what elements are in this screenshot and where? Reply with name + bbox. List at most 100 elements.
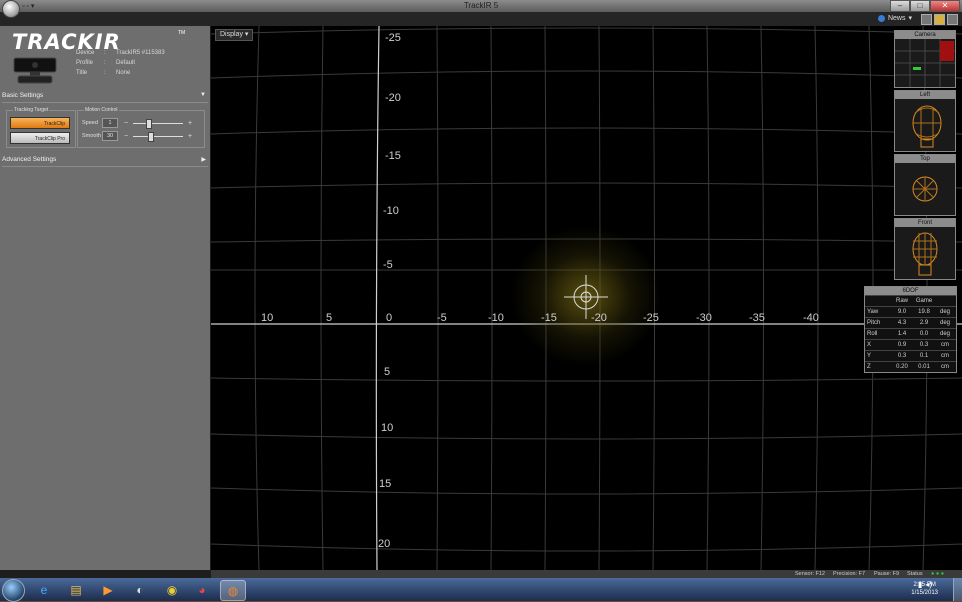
start-orb-icon[interactable]: [2, 579, 25, 602]
raw-header: Raw: [895, 298, 908, 304]
title-value: None: [116, 70, 131, 76]
camera-preview: [895, 39, 955, 87]
six-dof-header-row: Raw Game: [865, 295, 956, 306]
chevron-down-icon: ▾: [908, 15, 912, 22]
smooth-minus-button[interactable]: −: [122, 133, 130, 140]
y-tick: -10: [383, 205, 399, 217]
display-dropdown[interactable]: Display ▾: [215, 29, 254, 41]
layout-icon-3[interactable]: [947, 14, 958, 25]
clock-time: 2:35 PM: [913, 582, 936, 588]
front-panel[interactable]: Front: [894, 218, 956, 280]
basic-settings-header[interactable]: Basic Settings ▼: [2, 92, 208, 103]
x-tick: 10: [261, 312, 274, 324]
chrome-icon[interactable]: ◕: [190, 580, 214, 599]
title-label: Title: [76, 70, 88, 76]
trackclip-button[interactable]: TrackClip: [10, 117, 70, 129]
window-controls: – □ ✕: [890, 0, 960, 12]
y-tick: 20: [378, 538, 391, 550]
left-panel[interactable]: Left: [894, 90, 956, 152]
clock[interactable]: 2:35 PM 1/15/2013: [911, 581, 938, 597]
six-dof-row: Pitch 4.3 2.9 deg: [865, 317, 956, 328]
y-tick: -25: [385, 32, 401, 44]
top-panel[interactable]: Top: [894, 154, 956, 216]
media-icon[interactable]: ▶: [96, 580, 120, 599]
six-dof-title: 6DOF: [865, 287, 956, 295]
speed-label: Speed: [82, 120, 98, 126]
basic-settings-label: Basic Settings: [2, 92, 44, 99]
six-dof-row: X 0.9 0.3 cm: [865, 339, 956, 350]
y-tick: -5: [383, 259, 393, 271]
status-label: Status: [907, 571, 923, 577]
clock-date: 1/15/2013: [911, 590, 938, 596]
tracking-viewport[interactable]: Display ▾ -25 -20 -15 -10 -5 10 5 0 -5 -…: [211, 26, 962, 570]
head-left-icon: [912, 105, 942, 148]
close-icon[interactable]: ✕: [930, 0, 960, 12]
smooth-plus-button[interactable]: +: [186, 133, 194, 140]
smooth-slider[interactable]: [133, 131, 183, 142]
menu-bar: News ▾: [0, 12, 962, 26]
y-tick: 10: [381, 422, 394, 434]
window-title: TrackIR 5: [463, 1, 499, 10]
smooth-label: Smooth: [82, 133, 101, 139]
steam-icon[interactable]: ◐: [128, 580, 152, 599]
explorer-icon[interactable]: ▤: [64, 580, 88, 599]
ie-icon[interactable]: e: [32, 580, 56, 599]
y-tick: -20: [385, 92, 401, 104]
six-dof-panel: 6DOF Raw Game Yaw 9.0 19.8 deg Pitch 4.3 2.9 d…: [864, 286, 957, 373]
six-dof-row: Yaw 9.0 19.8 deg: [865, 306, 956, 317]
news-button[interactable]: News ▾: [877, 14, 912, 22]
show-desktop-button[interactable]: [953, 578, 962, 601]
precision-status: Precision: F7: [833, 571, 866, 577]
smooth-slider-thumb[interactable]: [148, 131, 154, 142]
advanced-settings-header[interactable]: Advanced Settings ▶: [2, 156, 208, 167]
camera-panel[interactable]: Camera: [894, 30, 956, 88]
trackclip-pro-button[interactable]: TrackClip Pro: [10, 132, 70, 144]
motion-control-box: Motion Control: [77, 107, 205, 148]
head-top-icon: [912, 176, 938, 202]
x-tick: -15: [541, 312, 557, 324]
device-label: Device: [76, 50, 95, 56]
x-tick: -20: [591, 312, 607, 324]
camera-panel-title: Camera: [895, 31, 955, 39]
device-info: Device: TrackIR5 #115383 Profile: Default …: [76, 50, 165, 76]
speed-value[interactable]: 1: [102, 118, 118, 128]
device-value: TrackIR5 #115383: [116, 50, 165, 56]
taskbar: e ▤ ▶ ◐ ◉ ◕ ◍ ▮ ◂) 2:35 PM 1/15/2013: [0, 578, 962, 602]
speed-plus-button[interactable]: +: [186, 120, 194, 127]
x-tick: 0: [386, 312, 393, 324]
top-panel-title: Top: [895, 155, 955, 163]
maximize-icon[interactable]: □: [910, 0, 930, 12]
title-bar[interactable]: ▫ ▫ ▾ TrackIR 5 – □ ✕: [0, 0, 962, 12]
six-dof-row: Roll 1.4 0.0 deg: [865, 328, 956, 339]
speed-slider-thumb[interactable]: [145, 118, 152, 129]
tracking-target-label: Tracking Target: [13, 107, 50, 113]
trackir-window: ▫ ▫ ▾ TrackIR 5 – □ ✕ News ▾ TRACKIR TM: [0, 0, 962, 578]
sidebar: TRACKIR TM Device: TrackIR5 #115383 Profi…: [0, 26, 210, 570]
game-header: Game: [915, 298, 933, 304]
pause-status: Pause: F9: [874, 571, 900, 577]
x-tick: -10: [488, 312, 504, 324]
sensor-status: Sensor: F12: [795, 571, 825, 577]
trackir-device-icon: [13, 57, 57, 84]
smooth-value[interactable]: 30: [102, 131, 118, 141]
y-tick: 15: [379, 478, 392, 490]
status-bar: Sensor: F12 Precision: F7 Pause: F9 Stat…: [211, 570, 962, 578]
layout-icon-2[interactable]: [934, 14, 945, 25]
x-tick: -30: [696, 312, 712, 324]
app-orb-icon[interactable]: [2, 0, 20, 18]
profile-value: Default: [116, 60, 136, 66]
disc-icon[interactable]: ◉: [160, 580, 184, 599]
speed-slider[interactable]: [133, 118, 183, 129]
layout-icon-1[interactable]: [921, 14, 932, 25]
collapse-arrow-icon: ▼: [200, 92, 206, 98]
x-tick: -40: [803, 312, 819, 324]
trackir-icon[interactable]: ◍: [220, 580, 246, 601]
x-tick: -35: [749, 312, 765, 324]
x-tick: 5: [326, 312, 333, 324]
y-tick: 5: [384, 366, 391, 378]
minimize-icon[interactable]: –: [890, 0, 910, 12]
speed-minus-button[interactable]: −: [122, 120, 130, 127]
news-label: News: [887, 14, 906, 22]
x-tick: -25: [643, 312, 659, 324]
front-panel-title: Front: [895, 219, 955, 227]
